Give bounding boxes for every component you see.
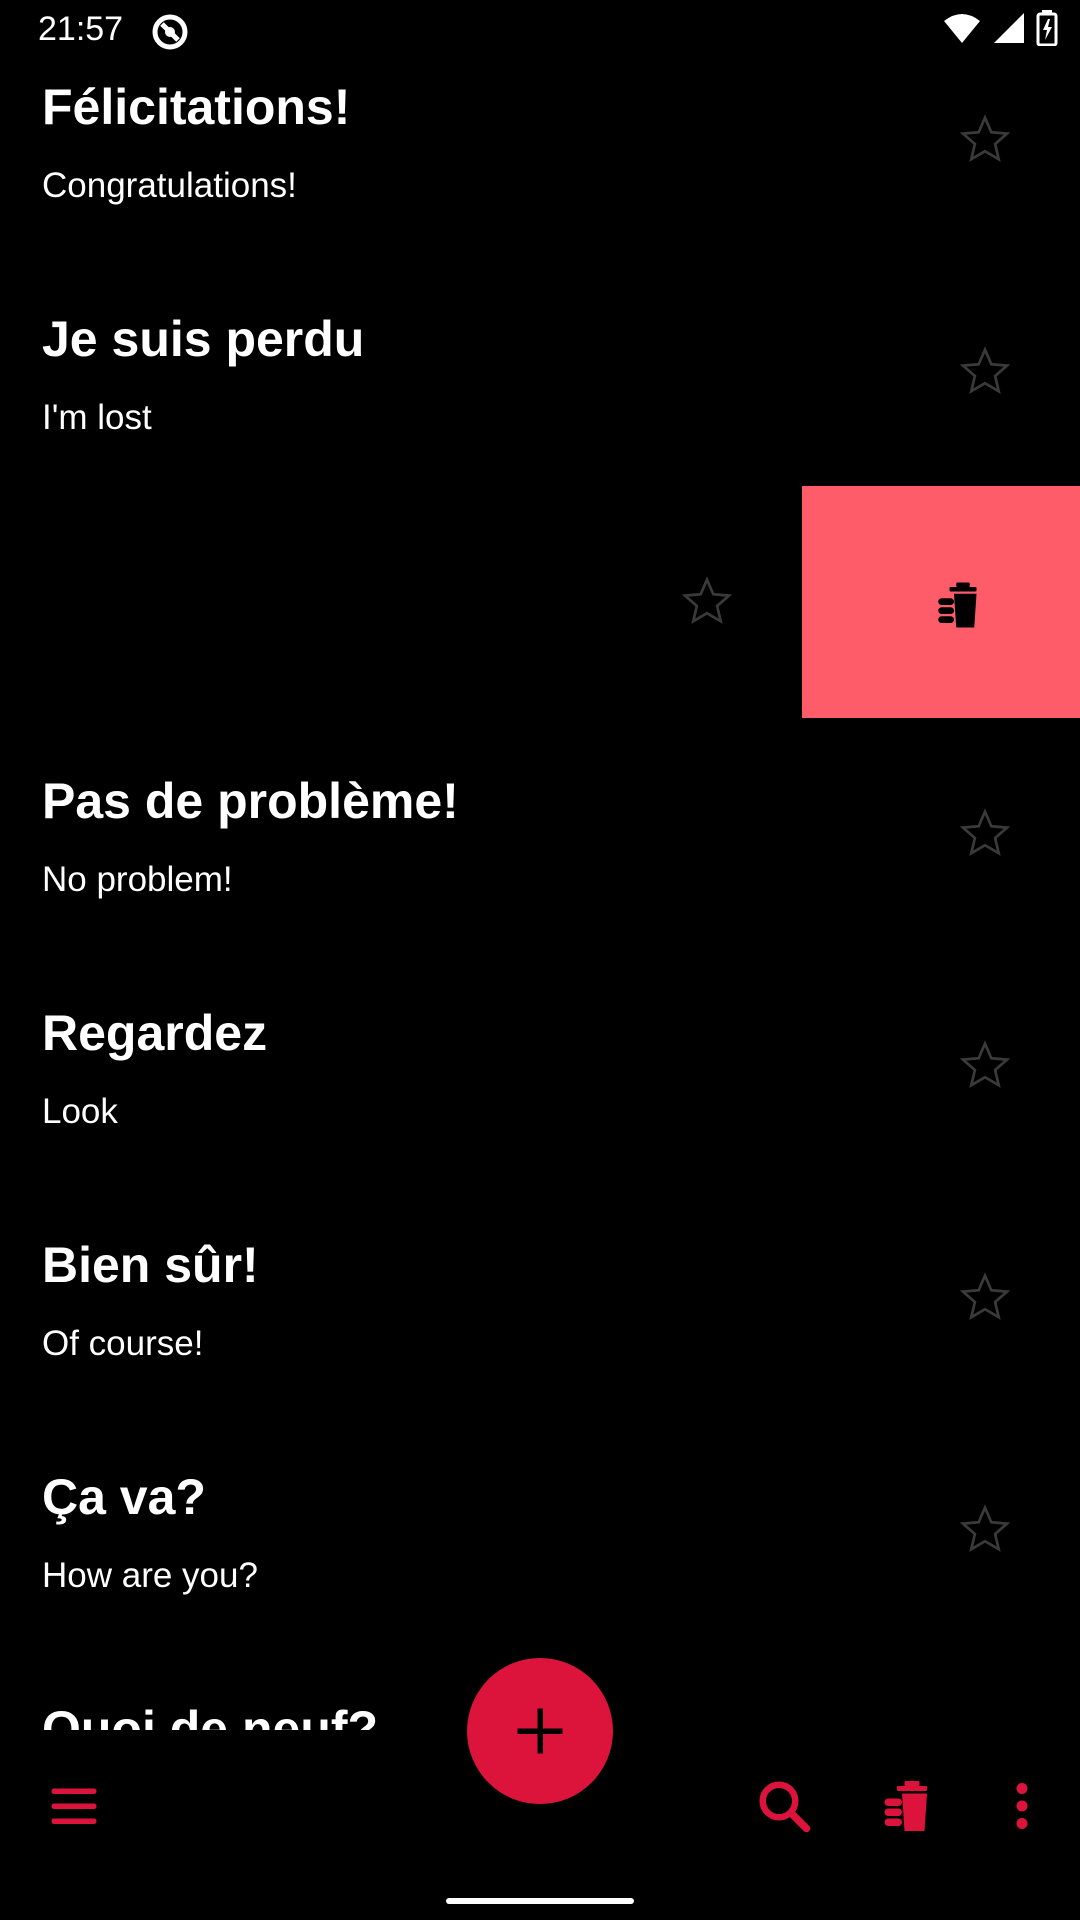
phrase-english: Congratulations! xyxy=(42,166,297,205)
phrase-english: I'm lost xyxy=(42,398,152,437)
list-item[interactable]: Ça va? How are you? xyxy=(0,1414,1080,1646)
home-indicator[interactable] xyxy=(446,1898,634,1904)
app-screen: 21:57 Félicitations! Congratulations! Je… xyxy=(0,0,1080,1920)
phrase-french: Bien sûr! xyxy=(42,1237,259,1293)
phrase-french: Je suis perdu xyxy=(42,311,365,367)
star-outline-icon[interactable] xyxy=(958,1270,1012,1324)
phrase-english: Look xyxy=(42,1092,118,1131)
star-outline-icon[interactable] xyxy=(958,344,1012,398)
status-bar: 21:57 xyxy=(0,0,1080,64)
phrase-english: No problem! xyxy=(42,860,233,899)
star-outline-icon[interactable] xyxy=(958,1502,1012,1556)
menu-icon[interactable] xyxy=(44,1776,104,1836)
phrase-list: Félicitations! Congratulations! Je suis … xyxy=(0,0,1080,1730)
delete-sweep-icon[interactable] xyxy=(882,1776,942,1836)
star-outline-icon[interactable] xyxy=(958,1038,1012,1092)
more-vert-icon[interactable] xyxy=(992,1776,1052,1836)
phrase-french: Ça va? xyxy=(42,1469,206,1525)
status-icons xyxy=(942,10,1058,46)
star-outline-icon[interactable] xyxy=(680,574,734,628)
list-item[interactable]: Regardez Look xyxy=(0,950,1080,1182)
search-icon[interactable] xyxy=(754,1776,814,1836)
list-item[interactable]: Je suis perdu I'm lost xyxy=(0,256,1080,488)
app-notification-icon xyxy=(152,14,188,50)
star-outline-icon[interactable] xyxy=(958,806,1012,860)
signal-icon xyxy=(994,13,1024,43)
phrase-english: How are you? xyxy=(42,1556,258,1595)
status-time: 21:57 xyxy=(38,10,124,48)
star-outline-icon[interactable] xyxy=(958,112,1012,166)
list-item[interactable]: Bien sûr! Of course! xyxy=(0,1182,1080,1414)
swipe-delete-background[interactable] xyxy=(802,486,1080,718)
phrase-french: Félicitations! xyxy=(42,79,351,135)
phrase-french: Pas de problème! xyxy=(42,773,459,829)
delete-sweep-icon xyxy=(938,582,977,628)
battery-icon xyxy=(1036,10,1058,46)
phrase-french: Quoi de neuf? xyxy=(42,1701,379,1730)
plus-icon xyxy=(517,1708,563,1754)
add-phrase-button[interactable] xyxy=(467,1658,613,1804)
phrase-english: Of course! xyxy=(42,1324,204,1363)
list-item-swiped[interactable] xyxy=(0,486,1080,718)
list-item[interactable]: Pas de problème! No problem! xyxy=(0,718,1080,950)
wifi-icon xyxy=(944,14,980,43)
phrase-french: Regardez xyxy=(42,1005,268,1061)
